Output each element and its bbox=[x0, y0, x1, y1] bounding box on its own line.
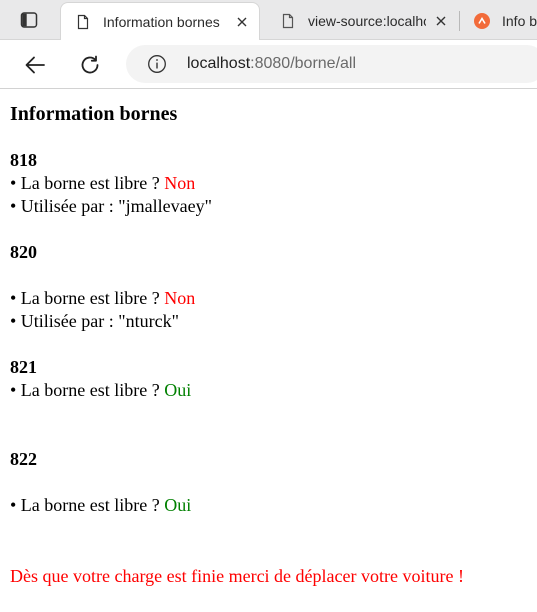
reload-button[interactable] bbox=[76, 51, 104, 79]
borne-used-by-line: • Utilisée par : "jmallevaey" bbox=[10, 195, 212, 218]
used-by-value: "nturck" bbox=[118, 311, 179, 331]
borne-id: 818 bbox=[10, 150, 37, 170]
tab-strip: Information bornes view-source:localhost… bbox=[0, 0, 537, 40]
reload-icon bbox=[81, 55, 99, 74]
page-icon bbox=[282, 13, 294, 29]
page-icon bbox=[77, 14, 89, 29]
free-question: • La borne est libre ? bbox=[10, 288, 160, 308]
used-by-value: "jmallevaey" bbox=[118, 196, 212, 216]
free-status: Non bbox=[164, 288, 196, 308]
arrow-left-icon bbox=[25, 56, 45, 74]
browser-toolbar: localhost:8080/borne/all bbox=[0, 40, 537, 89]
free-question: • La borne est libre ? bbox=[10, 380, 160, 400]
used-by-label: • Utilisée par : bbox=[10, 311, 114, 331]
free-status: Oui bbox=[164, 495, 192, 515]
borne-id: 820 bbox=[10, 242, 37, 262]
tab-title: Info bornes bbox=[502, 13, 537, 29]
borne-free-line: • La borne est libre ? Oui bbox=[10, 494, 191, 517]
borne-free-line: • La borne est libre ? Non bbox=[10, 172, 195, 195]
url-text: localhost:8080/borne/all bbox=[187, 55, 356, 73]
free-question: • La borne est libre ? bbox=[10, 173, 160, 193]
tab-view-source[interactable]: view-source:localhost bbox=[266, 2, 458, 40]
free-question: • La borne est libre ? bbox=[10, 495, 160, 515]
app-logo-icon bbox=[474, 13, 490, 29]
tab-info-bornes[interactable]: Info bornes bbox=[460, 2, 537, 40]
url-host: localhost bbox=[187, 55, 251, 72]
borne-used-by-line: • Utilisée par : "nturck" bbox=[10, 310, 179, 333]
close-icon[interactable] bbox=[233, 13, 251, 31]
url-path: :8080/borne/all bbox=[250, 55, 357, 72]
back-button[interactable] bbox=[21, 51, 49, 79]
tab-title: view-source:localhost bbox=[308, 13, 426, 29]
free-status: Oui bbox=[164, 380, 192, 400]
address-bar[interactable]: localhost:8080/borne/all bbox=[126, 45, 537, 83]
free-status: Non bbox=[164, 173, 196, 193]
page-title: Information bornes bbox=[10, 103, 178, 125]
close-icon[interactable] bbox=[432, 12, 450, 30]
tab-information-bornes[interactable]: Information bornes bbox=[60, 2, 260, 40]
borne-free-line: • La borne est libre ? Oui bbox=[10, 379, 191, 402]
tab-title: Information bornes bbox=[103, 13, 220, 30]
borne-free-line: • La borne est libre ? Non bbox=[10, 287, 195, 310]
used-by-label: • Utilisée par : bbox=[10, 196, 114, 216]
borne-id: 822 bbox=[10, 449, 37, 469]
borne-id: 821 bbox=[10, 357, 37, 377]
info-icon[interactable] bbox=[147, 54, 167, 74]
sidebar-icon bbox=[20, 12, 38, 28]
sidebar-toggle-button[interactable] bbox=[12, 8, 46, 32]
footer-message: Dès que votre charge est finie merci de … bbox=[10, 566, 464, 586]
